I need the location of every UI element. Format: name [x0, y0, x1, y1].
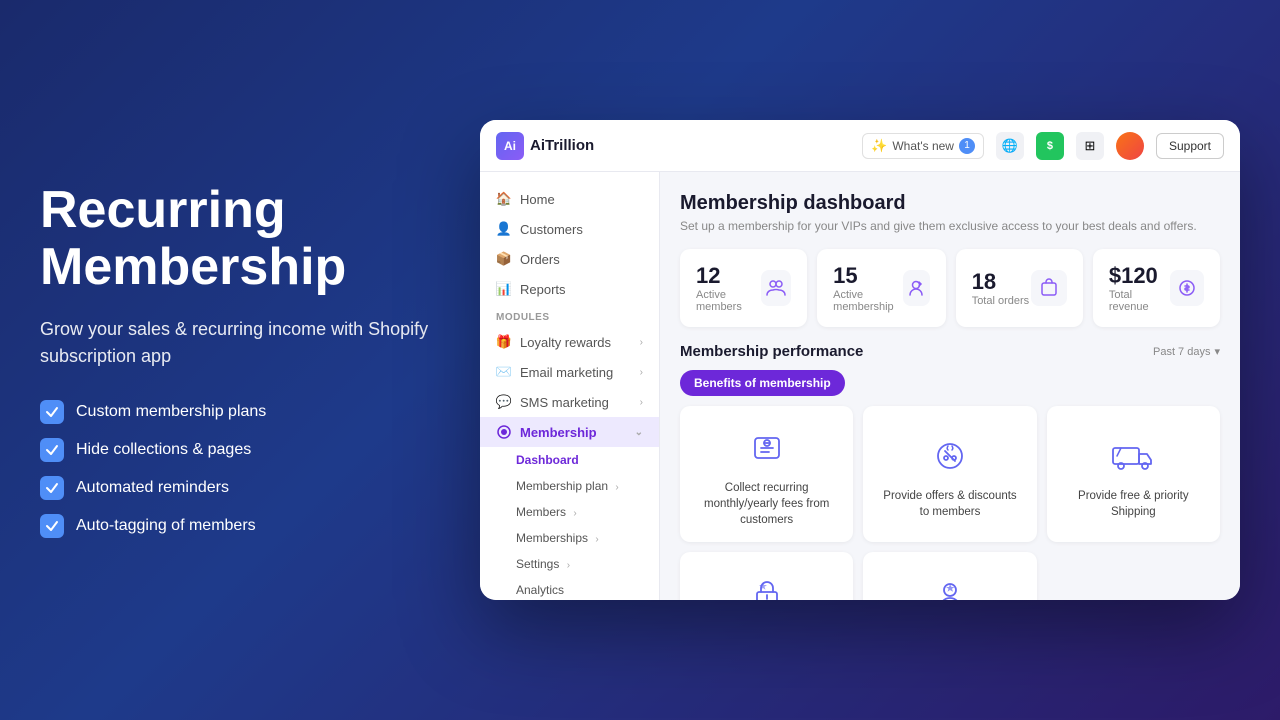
check-icon: [40, 476, 64, 500]
benefits-grid: Collect recurring monthly/yearly fees fr…: [680, 406, 1220, 600]
benefit-text: Provide free & priority Shipping: [1061, 488, 1206, 520]
perf-filter[interactable]: Past 7 days ▾: [1153, 345, 1220, 358]
perf-header: Membership performance Past 7 days ▾: [680, 343, 1220, 360]
sidebar-item-loyalty[interactable]: 🎁 Loyalty rewards ›: [480, 327, 659, 357]
sms-icon: 💬: [496, 394, 512, 410]
benefit-text: Collect recurring monthly/yearly fees fr…: [694, 480, 839, 528]
stat-card-members: 12 Active members: [680, 249, 807, 327]
logo-text: AiTrillion: [530, 137, 594, 154]
email-icon: ✉️: [496, 364, 512, 380]
app-body: 🏠 Home 👤 Customers 📦 Orders 📊 Reports MO…: [480, 172, 1240, 600]
sidebar: 🏠 Home 👤 Customers 📦 Orders 📊 Reports MO…: [480, 172, 660, 600]
sidebar-item-orders[interactable]: 📦 Orders: [480, 244, 659, 274]
loyalty-icon: 🎁: [496, 334, 512, 350]
main-container: Recurring Membership Grow your sales & r…: [40, 30, 1240, 690]
notification-icon[interactable]: $: [1036, 132, 1064, 160]
stat-card-active: 15 Active membership: [817, 249, 946, 327]
sidebar-item-home[interactable]: 🏠 Home: [480, 184, 659, 214]
app-window: Ai AiTrillion ✨ What's new 1 🌐 $ ⊞ Suppo…: [480, 120, 1240, 600]
loyalty-points-icon: [745, 572, 789, 600]
chevron-down-icon: ⌄: [635, 427, 643, 438]
chevron-icon: ›: [640, 337, 643, 348]
stat-icon-members: [761, 270, 791, 306]
benefit-card-recurring: Collect recurring monthly/yearly fees fr…: [680, 406, 853, 542]
check-icon: [40, 438, 64, 462]
main-content: Membership dashboard Set up a membership…: [660, 172, 1240, 600]
feature-item: Hide collections & pages: [40, 438, 440, 462]
grid-icon[interactable]: ⊞: [1076, 132, 1104, 160]
stat-label: Active membership: [833, 289, 903, 313]
benefits-tab[interactable]: Benefits of membership: [680, 370, 845, 396]
customers-icon: 👤: [496, 221, 512, 237]
feature-item: Custom membership plans: [40, 400, 440, 424]
stat-icon-revenue: [1170, 270, 1204, 306]
sidebar-item-membership[interactable]: Membership ⌄: [480, 417, 659, 447]
stat-label: Active members: [696, 289, 761, 313]
stat-number: 15: [833, 263, 903, 289]
membership-icon: [496, 424, 512, 440]
benefit-card-shipping: Provide free & priority Shipping: [1047, 406, 1220, 542]
recurring-fee-icon: [745, 426, 789, 470]
stats-row: 12 Active members 15 Active membership: [680, 249, 1220, 327]
shipping-icon: [1111, 434, 1155, 478]
check-icon: [40, 400, 64, 424]
perf-title: Membership performance: [680, 343, 863, 360]
sub-item-memberships[interactable]: Memberships ›: [480, 525, 659, 551]
feature-item: Auto-tagging of members: [40, 514, 440, 538]
page-subtitle: Set up a membership for your VIPs and gi…: [680, 219, 1220, 233]
sidebar-item-reports[interactable]: 📊 Reports: [480, 274, 659, 304]
stat-card-orders: 18 Total orders: [956, 249, 1083, 327]
stat-icon-active: [903, 270, 930, 306]
stat-number: 12: [696, 263, 761, 289]
hero-title: Recurring Membership: [40, 182, 440, 296]
hero-subtitle: Grow your sales & recurring income with …: [40, 316, 440, 370]
sub-item-members[interactable]: Members ›: [480, 499, 659, 525]
stat-card-revenue: $120 Total revenue: [1093, 249, 1220, 327]
chevron-icon: ›: [640, 367, 643, 378]
benefit-text: Provide offers & discounts to members: [877, 488, 1022, 520]
top-bar: Ai AiTrillion ✨ What's new 1 🌐 $ ⊞ Suppo…: [480, 120, 1240, 172]
sub-item-analytics[interactable]: Analytics: [480, 577, 659, 600]
orders-icon: 📦: [496, 251, 512, 267]
page-title: Membership dashboard: [680, 192, 1220, 215]
sub-item-settings[interactable]: Settings ›: [480, 551, 659, 577]
logo-icon: Ai: [496, 132, 524, 160]
benefit-card-discounts: Provide offers & discounts to members: [863, 406, 1036, 542]
discount-icon: [928, 434, 972, 478]
sidebar-item-sms[interactable]: 💬 SMS marketing ›: [480, 387, 659, 417]
reports-icon: 📊: [496, 281, 512, 297]
benefit-card-loyalty: Provide additional loyalty points to mem…: [680, 552, 853, 600]
support-button[interactable]: Support: [1156, 133, 1224, 159]
sub-item-membership-plan[interactable]: Membership plan ›: [480, 473, 659, 499]
stat-label: Total orders: [972, 295, 1029, 307]
stat-number: 18: [972, 269, 1029, 295]
modules-label: MODULES: [480, 304, 659, 327]
language-icon[interactable]: 🌐: [996, 132, 1024, 160]
chevron-icon: ›: [640, 397, 643, 408]
prime-icon: [928, 572, 972, 600]
stat-label: Total revenue: [1109, 289, 1171, 313]
sub-item-dashboard[interactable]: Dashboard: [480, 447, 659, 473]
stat-icon-orders: [1031, 270, 1067, 306]
feature-item: Automated reminders: [40, 476, 440, 500]
logo-area: Ai AiTrillion: [496, 132, 594, 160]
check-icon: [40, 514, 64, 538]
sidebar-item-customers[interactable]: 👤 Customers: [480, 214, 659, 244]
home-icon: 🏠: [496, 191, 512, 207]
left-panel: Recurring Membership Grow your sales & r…: [40, 182, 440, 538]
benefit-card-prime: Make membership like Amazon Prime & Netf…: [863, 552, 1036, 600]
feature-list: Custom membership plans Hide collections…: [40, 400, 440, 538]
sidebar-item-email[interactable]: ✉️ Email marketing ›: [480, 357, 659, 387]
whats-new-button[interactable]: ✨ What's new 1: [862, 133, 984, 159]
stat-number: $120: [1109, 263, 1171, 289]
avatar[interactable]: [1116, 132, 1144, 160]
